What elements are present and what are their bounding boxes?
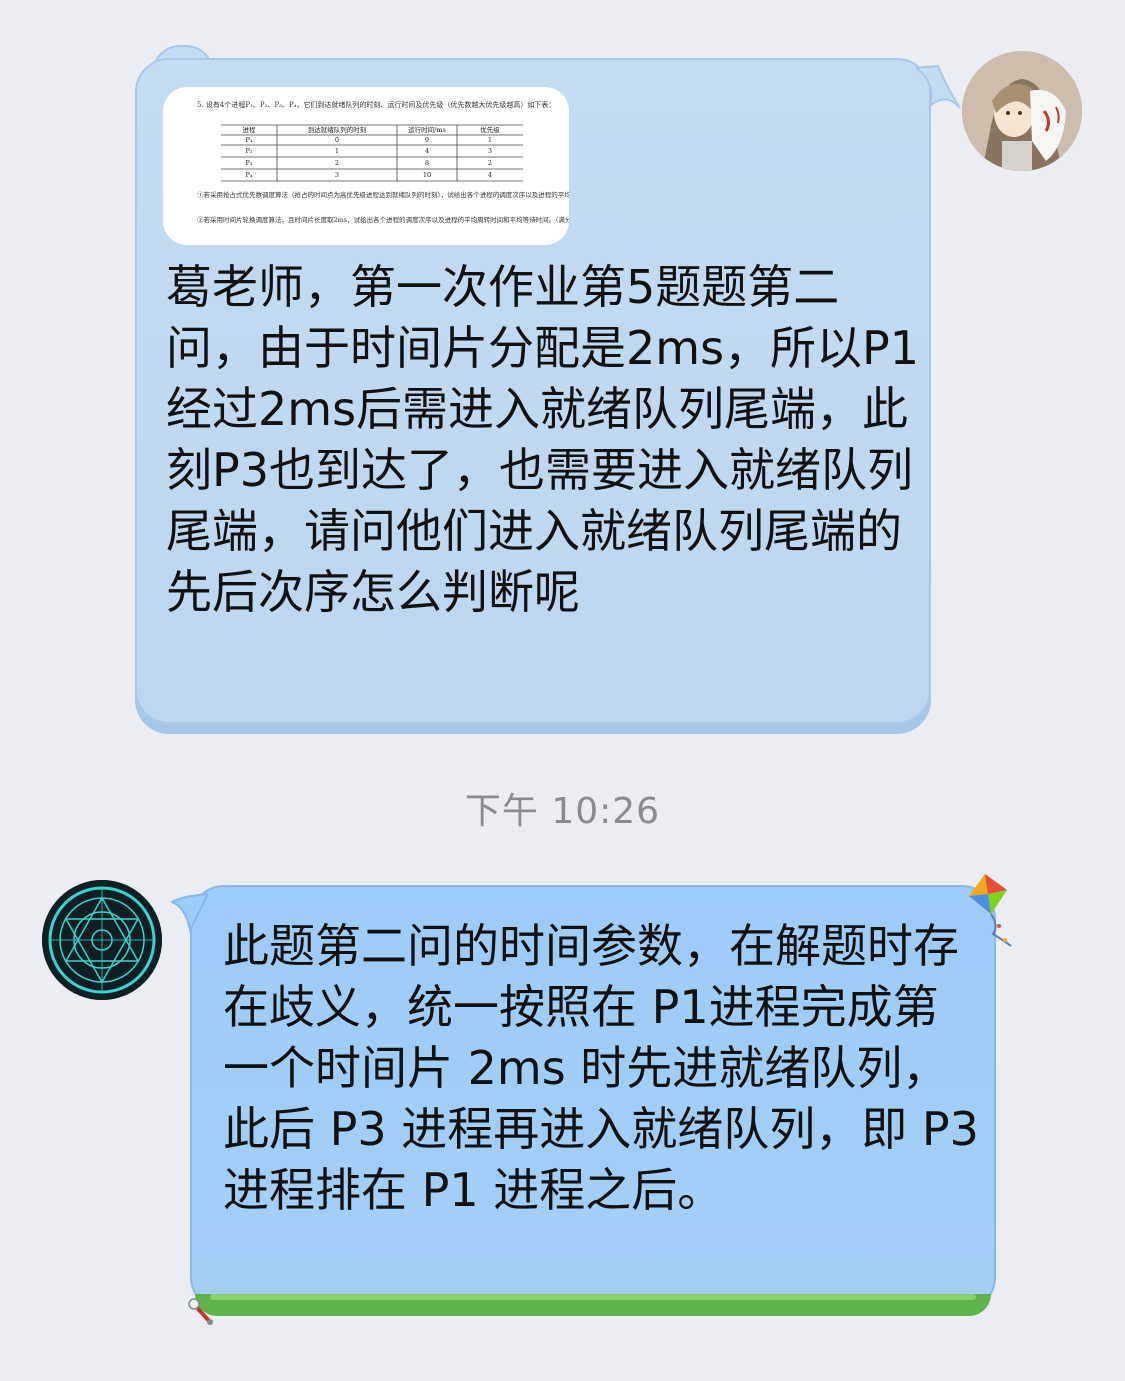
bubble-grass-highlight bbox=[210, 1294, 976, 1300]
question-intro: 5. 设有4个进程P₁、P₂、P₃、P₄，它们到达就绪队列的时刻、运行时间及优先… bbox=[197, 100, 555, 109]
table-cell: 1 bbox=[488, 136, 492, 144]
homework-question-image[interactable]: 5. 设有4个进程P₁、P₂、P₃、P₄，它们到达就绪队列的时刻、运行时间及优先… bbox=[163, 87, 569, 245]
table-cell: P₃ bbox=[246, 159, 253, 167]
magic-circle-avatar-icon bbox=[42, 880, 162, 1000]
table-cell: 8 bbox=[425, 159, 429, 167]
message-text-outgoing: 葛老师，第一次作业第5题题第二问，由于时间片分配是2ms，所以P1经过2ms后需… bbox=[166, 260, 920, 619]
anime-character-avatar-icon bbox=[962, 51, 1082, 171]
kite-icon bbox=[969, 874, 1012, 947]
table-header-cell: 优先级 bbox=[480, 125, 500, 134]
table-cell: 3 bbox=[488, 147, 492, 155]
avatar-self[interactable] bbox=[962, 51, 1082, 171]
table-cell: 9 bbox=[425, 136, 429, 144]
table-header-cell: 到达就绪队列的时刻 bbox=[308, 125, 367, 134]
table-header-cell: 运行时间/ms bbox=[408, 125, 446, 134]
table-cell: P₄ bbox=[246, 171, 253, 179]
question-part-1: ①若采用抢占式优先数调度算法（抢占的时间点为高优先级进程达到就绪队列的时刻），试… bbox=[197, 190, 569, 199]
bubble-tail-incoming bbox=[169, 892, 208, 934]
message-timestamp: 下午 10:26 bbox=[464, 791, 661, 832]
table-cell: 10 bbox=[423, 171, 431, 179]
homework-question-drawing: 5. 设有4个进程P₁、P₂、P₃、P₄，它们到达就绪队列的时刻、运行时间及优先… bbox=[197, 100, 569, 224]
table-cell: P₁ bbox=[246, 136, 253, 144]
table-cell: 2 bbox=[335, 159, 339, 167]
table-cell: 2 bbox=[488, 159, 492, 167]
avatar-other[interactable] bbox=[42, 880, 162, 1000]
table-cell: 1 bbox=[335, 147, 339, 155]
bubble-tail-outgoing bbox=[916, 64, 961, 109]
table-cell: P₂ bbox=[246, 147, 253, 155]
table-cell: 3 bbox=[335, 171, 339, 179]
table-header-cell: 进程 bbox=[243, 125, 257, 134]
table-cell: 4 bbox=[488, 171, 492, 179]
message-text-incoming: 此题第二问的时间参数，在解题时存在歧义，统一按照在 P1进程完成第一个时间片 2… bbox=[223, 919, 979, 1217]
table-cell: 4 bbox=[425, 147, 429, 155]
pin-icon bbox=[188, 1298, 213, 1325]
table-cell: 0 bbox=[335, 136, 339, 144]
question-part-2: ②若采用时间片轮换调度算法，且时间片长度取2ms，试给出各个进程的调度次序以及进… bbox=[197, 215, 569, 224]
